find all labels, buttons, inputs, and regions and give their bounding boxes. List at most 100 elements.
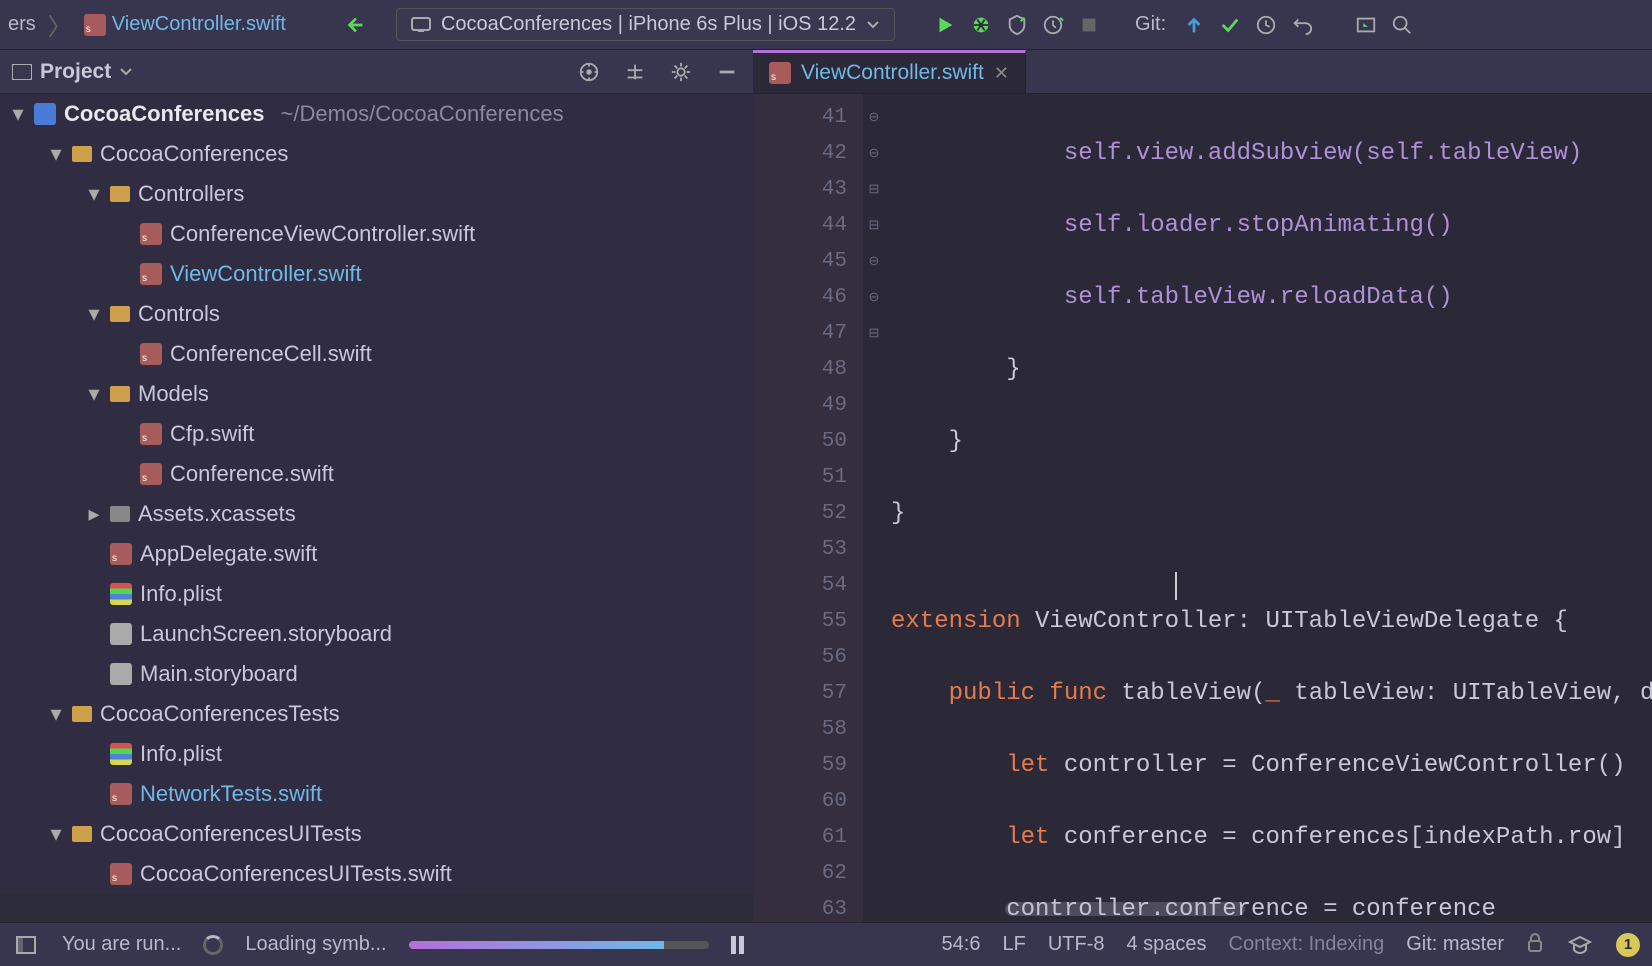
code-editor[interactable]: 4142434445464748495051525354555657585960… (753, 94, 1652, 922)
breadcrumb-file-label: ViewController.swift (112, 13, 286, 36)
tree-file[interactable]: ▸ Main.storyboard (0, 654, 753, 694)
plist-file-icon (110, 583, 132, 605)
lock-icon[interactable] (1526, 932, 1544, 958)
main-content: Project ▾ CocoaConferences ~/Demos/Cocoa… (0, 50, 1652, 922)
git-rollback-icon[interactable] (1288, 11, 1316, 39)
chevron-down-icon[interactable]: ▾ (48, 146, 64, 162)
git-branch[interactable]: Git: master (1406, 933, 1504, 956)
project-tree[interactable]: ▾ CocoaConferences ~/Demos/CocoaConferen… (0, 94, 753, 894)
chevron-down-icon[interactable] (119, 67, 133, 77)
gear-icon[interactable] (667, 58, 695, 86)
expand-all-icon[interactable] (621, 58, 649, 86)
back-arrow-icon[interactable] (342, 11, 370, 39)
code-content[interactable]: self.view.addSubview(self.tableView) sel… (885, 94, 1652, 922)
tree-label: AppDelegate.swift (140, 541, 317, 567)
git-history-icon[interactable] (1252, 11, 1280, 39)
editor-tab-active[interactable]: s ViewController.swift ✕ (753, 50, 1026, 93)
stop-icon[interactable] (1075, 11, 1103, 39)
git-commit-icon[interactable] (1216, 11, 1244, 39)
tree-folder[interactable]: ▾ Controllers (0, 174, 753, 214)
chevron-down-icon[interactable]: ▾ (86, 186, 102, 202)
tree-file[interactable]: ▸ s CocoaConferencesUITests.swift (0, 854, 753, 894)
tree-file[interactable]: s Conference.swift (0, 454, 753, 494)
folder-icon (110, 306, 130, 322)
code-kw: let (891, 824, 1049, 851)
breadcrumb-file[interactable]: s ViewController.swift (84, 13, 286, 36)
tree-file[interactable]: ▸ LaunchScreen.storyboard (0, 614, 753, 654)
tree-file[interactable]: s Cfp.swift (0, 414, 753, 454)
code-line: tableView( (1107, 680, 1265, 707)
tree-root[interactable]: ▾ CocoaConferences ~/Demos/CocoaConferen… (0, 94, 753, 134)
horizontal-scrollbar[interactable] (1005, 902, 1245, 916)
notification-badge[interactable]: 1 (1616, 933, 1640, 957)
pause-icon[interactable] (731, 936, 744, 954)
chevron-down-icon[interactable]: ▾ (48, 826, 64, 842)
chevron-down-icon[interactable]: ▾ (86, 386, 102, 402)
chevron-right-icon[interactable]: ▸ (86, 506, 102, 522)
swift-file-icon: s (110, 863, 132, 885)
line-separator[interactable]: LF (1002, 933, 1025, 956)
code-line: self.loader.stopAnimating() (891, 212, 1453, 239)
tree-label: ConferenceViewController.swift (170, 221, 475, 247)
fold-gutter[interactable]: ⊖⊖⊟⊟⊖⊖⊟ (863, 94, 885, 922)
tree-file[interactable]: s ConferenceViewController.swift (0, 214, 753, 254)
tree-label: ViewController.swift (170, 261, 362, 287)
status-bar: You are run... Loading symb... 54:6 LF U… (0, 922, 1652, 966)
close-icon[interactable]: ✕ (994, 63, 1009, 84)
tree-label: Cfp.swift (170, 421, 254, 447)
tree-file[interactable]: ▸ Info.plist (0, 574, 753, 614)
code-kw: extension (891, 608, 1021, 635)
breadcrumb-root[interactable]: ers (8, 13, 36, 36)
tree-file[interactable]: ▸ Info.plist (0, 734, 753, 774)
run-configuration-selector[interactable]: CocoaConferences | iPhone 6s Plus | iOS … (396, 8, 895, 41)
progress-bar[interactable] (409, 941, 709, 949)
chevron-down-icon[interactable]: ▾ (86, 306, 102, 322)
ide-features-trainer-icon[interactable] (1566, 931, 1594, 959)
tree-folder[interactable]: ▾ CocoaConferencesTests (0, 694, 753, 734)
tree-folder[interactable]: ▸ Assets.xcassets (0, 494, 753, 534)
tool-window-toggle-icon[interactable] (12, 931, 40, 959)
tree-label: Info.plist (140, 741, 222, 767)
tree-file[interactable]: ▸ s NetworkTests.swift (0, 774, 753, 814)
status-run-message[interactable]: You are run... (62, 933, 181, 956)
run-icon[interactable] (931, 11, 959, 39)
tree-label: Models (138, 381, 209, 407)
chevron-down-icon[interactable]: ▾ (48, 706, 64, 722)
profile-icon[interactable] (1039, 11, 1067, 39)
chevron-down-icon (866, 20, 880, 30)
coverage-icon[interactable] (1003, 11, 1031, 39)
indent-setting[interactable]: 4 spaces (1126, 933, 1206, 956)
file-encoding[interactable]: UTF-8 (1048, 933, 1105, 956)
folder-icon (72, 146, 92, 162)
line-number-gutter[interactable]: 4142434445464748495051525354555657585960… (753, 94, 863, 922)
swift-file-icon: s (110, 543, 132, 565)
tree-file-active[interactable]: s ViewController.swift (0, 254, 753, 294)
debug-icon[interactable] (967, 11, 995, 39)
tree-label: Main.storyboard (140, 661, 298, 687)
folder-icon (110, 386, 130, 402)
code-line: self.view.addSubview(self.tableView) (891, 140, 1582, 167)
tree-folder[interactable]: ▾ CocoaConferencesUITests (0, 814, 753, 854)
context-status[interactable]: Context: Indexing (1229, 933, 1385, 956)
tree-file[interactable]: s ConferenceCell.swift (0, 334, 753, 374)
tree-file[interactable]: ▸ s AppDelegate.swift (0, 534, 753, 574)
project-title[interactable]: Project (40, 60, 111, 84)
breadcrumb-separator: 〉 (48, 7, 72, 42)
select-opened-file-icon[interactable] (575, 58, 603, 86)
storyboard-file-icon (110, 623, 132, 645)
hide-icon[interactable] (713, 58, 741, 86)
tree-label: CocoaConferences (100, 141, 288, 167)
cursor-position[interactable]: 54:6 (942, 933, 981, 956)
git-update-icon[interactable] (1180, 11, 1208, 39)
status-loading-message[interactable]: Loading symb... (245, 933, 386, 956)
tab-label: ViewController.swift (801, 61, 984, 85)
tree-folder[interactable]: ▾ Models (0, 374, 753, 414)
editor-area: s ViewController.swift ✕ 414243444546474… (753, 50, 1652, 922)
chevron-down-icon[interactable]: ▾ (10, 106, 26, 122)
run-anything-icon[interactable] (1352, 11, 1380, 39)
code-line: conference = conferences[indexPath.row] (1049, 824, 1625, 851)
tree-folder[interactable]: ▾ Controls (0, 294, 753, 334)
tree-folder[interactable]: ▾ CocoaConferences (0, 134, 753, 174)
xcode-project-icon (34, 103, 56, 125)
search-icon[interactable] (1388, 11, 1416, 39)
